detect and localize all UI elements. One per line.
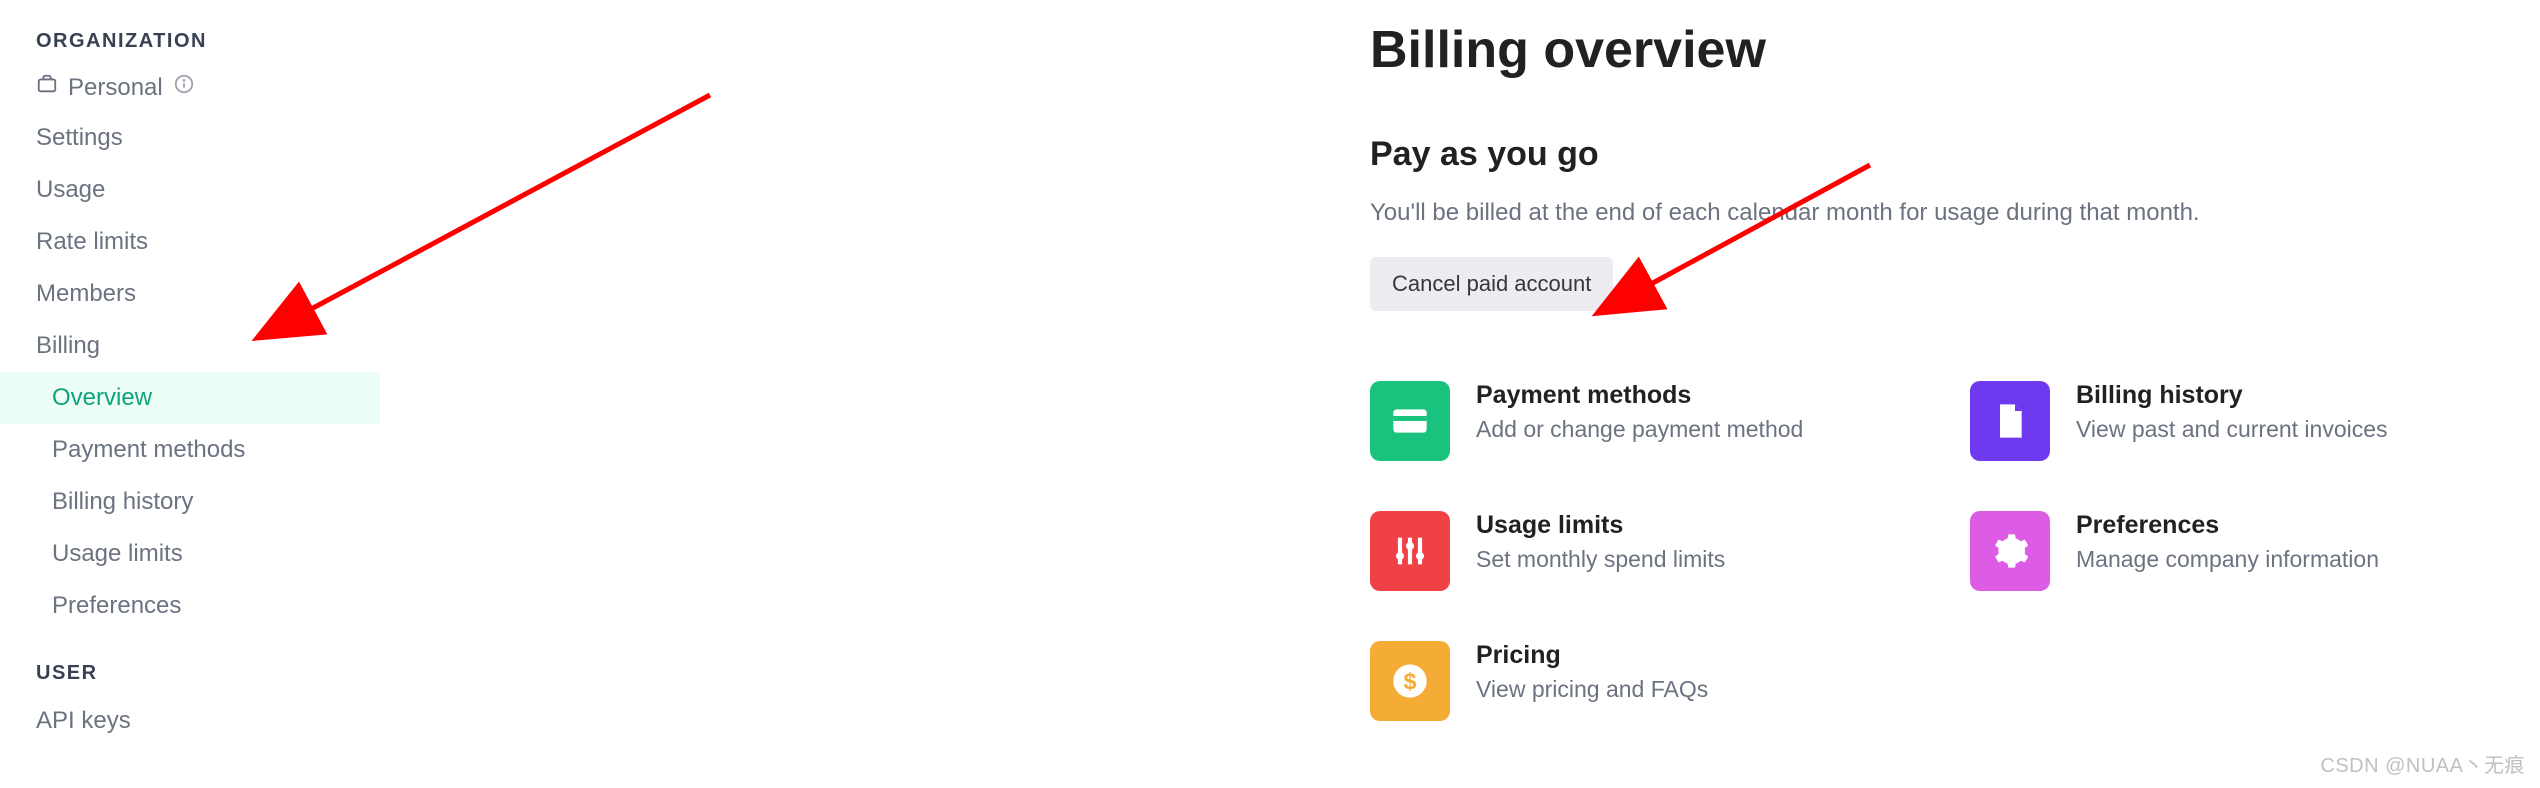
sidebar-item-api-keys[interactable]: API keys — [0, 695, 380, 747]
organization-name: Personal — [68, 74, 163, 102]
card-desc: Set monthly spend limits — [1476, 546, 1725, 573]
svg-text:$: $ — [1404, 668, 1417, 694]
document-icon — [1970, 381, 2050, 461]
dollar-icon: $ — [1370, 641, 1450, 721]
sidebar-item-members[interactable]: Members — [0, 268, 380, 320]
user-header: USER — [0, 632, 380, 695]
card-desc: Manage company information — [2076, 546, 2379, 573]
sidebar-item-usage[interactable]: Usage — [0, 164, 380, 216]
sidebar-subitem-payment-methods[interactable]: Payment methods — [0, 424, 380, 476]
sidebar: ORGANIZATION Personal Settings Usage Rat… — [0, 0, 380, 788]
sidebar-subitem-overview[interactable]: Overview — [0, 372, 380, 424]
card-title: Preferences — [2076, 511, 2379, 540]
page-title: Billing overview — [1370, 20, 2470, 80]
sliders-icon — [1370, 511, 1450, 591]
card-pricing[interactable]: $ Pricing View pricing and FAQs — [1370, 641, 1970, 721]
card-payment-methods[interactable]: Payment methods Add or change payment me… — [1370, 381, 1970, 461]
card-icon — [1370, 381, 1450, 461]
sidebar-subitem-preferences[interactable]: Preferences — [0, 580, 380, 632]
sidebar-subitem-usage-limits[interactable]: Usage limits — [0, 528, 380, 580]
card-title: Usage limits — [1476, 511, 1725, 540]
card-preferences[interactable]: Preferences Manage company information — [1970, 511, 2540, 591]
card-title: Billing history — [2076, 381, 2388, 410]
organization-link[interactable]: Personal — [0, 63, 380, 112]
sidebar-item-billing[interactable]: Billing — [0, 320, 380, 372]
card-usage-limits[interactable]: Usage limits Set monthly spend limits — [1370, 511, 1970, 591]
card-title: Pricing — [1476, 641, 1708, 670]
card-desc: View past and current invoices — [2076, 416, 2388, 443]
card-title: Payment methods — [1476, 381, 1803, 410]
info-icon[interactable] — [173, 73, 195, 102]
payg-section-title: Pay as you go — [1370, 135, 2470, 174]
watermark: CSDN @NUAA丶无痕 — [2320, 749, 2525, 778]
payg-description: You'll be billed at the end of each cale… — [1370, 199, 2470, 227]
briefcase-icon — [36, 73, 58, 102]
card-desc: View pricing and FAQs — [1476, 676, 1708, 703]
sidebar-item-rate-limits[interactable]: Rate limits — [0, 216, 380, 268]
card-billing-history[interactable]: Billing history View past and current in… — [1970, 381, 2540, 461]
main-content: Billing overview Pay as you go You'll be… — [1370, 20, 2470, 721]
organization-header: ORGANIZATION — [0, 30, 380, 63]
gear-icon — [1970, 511, 2050, 591]
sidebar-item-settings[interactable]: Settings — [0, 112, 380, 164]
cancel-paid-account-button[interactable]: Cancel paid account — [1370, 257, 1613, 311]
billing-cards-grid: Payment methods Add or change payment me… — [1370, 381, 2470, 721]
card-desc: Add or change payment method — [1476, 416, 1803, 443]
sidebar-subitem-billing-history[interactable]: Billing history — [0, 476, 380, 528]
